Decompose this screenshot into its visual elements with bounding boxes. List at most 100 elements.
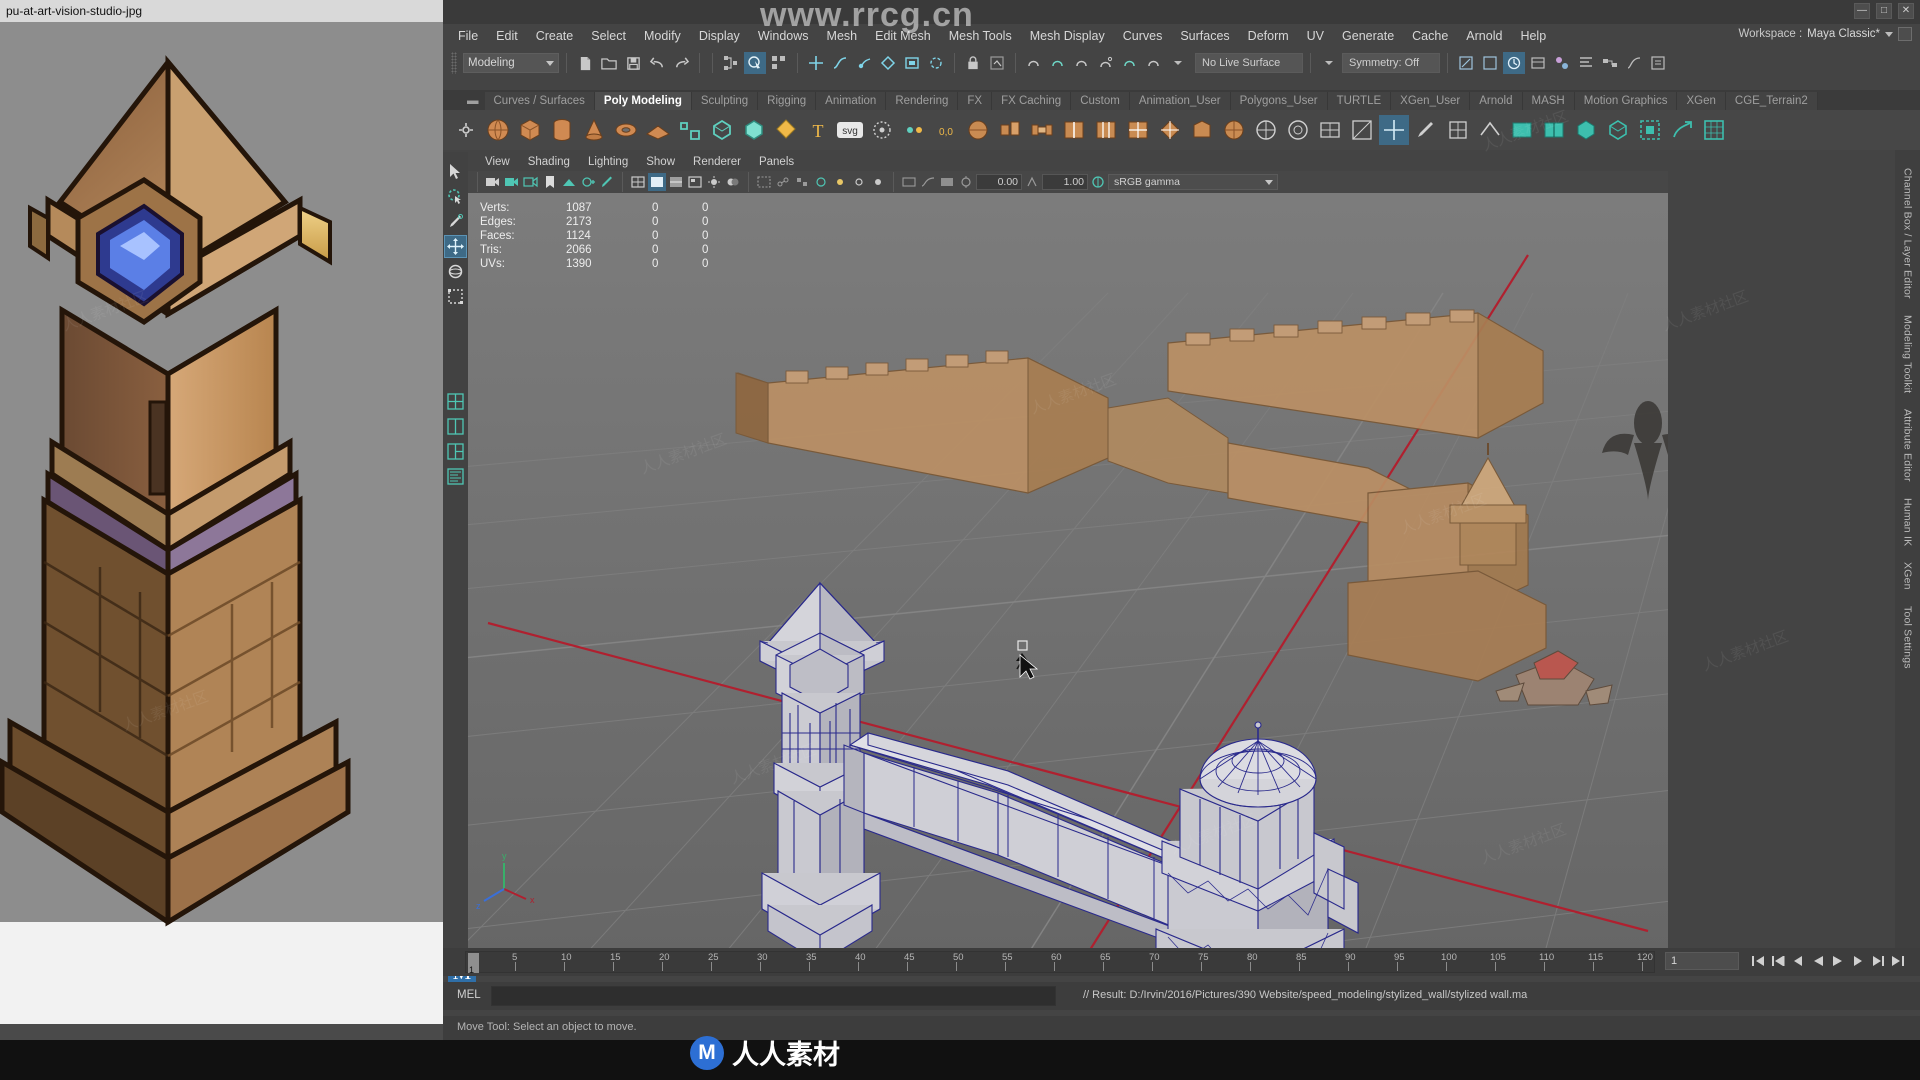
- add-divisions-icon[interactable]: [1123, 115, 1153, 145]
- quad-draw-icon[interactable]: [1315, 115, 1345, 145]
- menu-cache[interactable]: Cache: [1403, 26, 1457, 46]
- four-view-layout-icon[interactable]: [444, 390, 467, 413]
- three-pane-layout-icon[interactable]: [444, 440, 467, 463]
- poke-face-icon[interactable]: [1155, 115, 1185, 145]
- xray-icon[interactable]: [755, 173, 773, 191]
- bookmark-icon[interactable]: [541, 173, 559, 191]
- green-mesh-icon[interactable]: [1603, 115, 1633, 145]
- lasso-tool-icon[interactable]: [444, 185, 467, 208]
- green-grid-icon[interactable]: [1699, 115, 1729, 145]
- wedge-face-icon[interactable]: [1187, 115, 1217, 145]
- insert-edge-loop-icon[interactable]: [1059, 115, 1089, 145]
- symmetry-field[interactable]: Symmetry: Off: [1342, 53, 1440, 73]
- texture-display-icon[interactable]: [686, 173, 704, 191]
- right-tab-tool-settings[interactable]: Tool Settings: [1898, 598, 1918, 677]
- select-component-icon[interactable]: [768, 52, 790, 74]
- live-surface-icon[interactable]: [986, 52, 1008, 74]
- construction-history-icon[interactable]: [925, 52, 947, 74]
- snap-view-plane-icon[interactable]: [901, 52, 923, 74]
- exposure-value-field[interactable]: 0.00: [976, 174, 1022, 190]
- shelf-tab-polygons-user[interactable]: Polygons_User: [1230, 92, 1328, 110]
- gamma-icon[interactable]: [1023, 173, 1041, 191]
- symmetry-dropdown-icon[interactable]: [1318, 52, 1340, 74]
- mirror-geometry-icon[interactable]: [1251, 115, 1281, 145]
- two-d-pan-zoom-icon[interactable]: [579, 173, 597, 191]
- shelf-tab-xgen-user[interactable]: XGen_User: [1391, 92, 1471, 110]
- menu-deform[interactable]: Deform: [1239, 26, 1298, 46]
- command-input[interactable]: [491, 986, 1056, 1006]
- menu-help[interactable]: Help: [1511, 26, 1555, 46]
- step-back-key-icon[interactable]: [1769, 952, 1786, 970]
- make-live-icon[interactable]: [962, 52, 984, 74]
- outliner-layout-icon[interactable]: [444, 465, 467, 488]
- viewport-menu-show[interactable]: Show: [637, 155, 684, 169]
- shelf-tab-fx[interactable]: FX: [958, 92, 993, 110]
- green-select-icon[interactable]: [1635, 115, 1665, 145]
- edit-curve-icon-3[interactable]: [1071, 52, 1093, 74]
- motion-trail-icon[interactable]: [919, 173, 937, 191]
- green-cube-icon[interactable]: [1571, 115, 1601, 145]
- grease-pencil-icon[interactable]: [598, 173, 616, 191]
- menu-file[interactable]: File: [449, 26, 487, 46]
- snap-projected-icon[interactable]: [877, 52, 899, 74]
- command-language-label[interactable]: MEL: [457, 989, 481, 1001]
- use-all-lights-icon[interactable]: [705, 173, 723, 191]
- menu-mesh-display[interactable]: Mesh Display: [1021, 26, 1114, 46]
- shelf-tab-animation[interactable]: Animation: [816, 92, 887, 110]
- edit-curve-icon-4[interactable]: [1095, 52, 1117, 74]
- shelf-tab-rendering[interactable]: Rendering: [886, 92, 959, 110]
- lattice-icon[interactable]: [1443, 115, 1473, 145]
- text-tool-icon[interactable]: T: [803, 115, 833, 145]
- sculpt-tool-icon[interactable]: [867, 115, 897, 145]
- curve-dropdown-icon[interactable]: [1167, 52, 1189, 74]
- shelf-tab-cge-terrain2[interactable]: CGE_Terrain2: [1725, 92, 1818, 110]
- step-forward-key-icon[interactable]: [1869, 952, 1886, 970]
- minimize-button[interactable]: —: [1854, 3, 1870, 19]
- poly-torus-icon[interactable]: [611, 115, 641, 145]
- play-forwards-icon[interactable]: [1829, 952, 1846, 970]
- outliner-icon[interactable]: [1575, 52, 1597, 74]
- viewport-menu-shading[interactable]: Shading: [519, 155, 579, 169]
- menu-generate[interactable]: Generate: [1333, 26, 1403, 46]
- right-tab-xgen[interactable]: XGen: [1898, 554, 1918, 598]
- bevel-icon[interactable]: [771, 115, 801, 145]
- shelf-options-icon[interactable]: [451, 115, 481, 145]
- shelf-tab-arnold[interactable]: Arnold: [1470, 92, 1523, 110]
- poly-cone-icon[interactable]: [579, 115, 609, 145]
- green-square-icon-2[interactable]: [1539, 115, 1569, 145]
- crease-icon[interactable]: [1475, 115, 1505, 145]
- shelf-tab-animation-user[interactable]: Animation_User: [1129, 92, 1231, 110]
- right-tab-channel-box-layer-editor[interactable]: Channel Box / Layer Editor: [1898, 160, 1918, 307]
- smooth-shading-icon[interactable]: [648, 173, 666, 191]
- camera-attributes-icon[interactable]: [522, 173, 540, 191]
- shelf-tab-custom[interactable]: Custom: [1071, 92, 1130, 110]
- uv-editor-icon[interactable]: [1347, 115, 1377, 145]
- xray-joints-icon[interactable]: [774, 173, 792, 191]
- 3d-viewport[interactable]: y x z Verts: 1087 0 0 Edges: 2173 0 0 Fa…: [468, 193, 1668, 962]
- menu-create[interactable]: Create: [527, 26, 583, 46]
- set-keyframe-icon[interactable]: [1479, 52, 1501, 74]
- isolate-select-icon[interactable]: [900, 173, 918, 191]
- menu-curves[interactable]: Curves: [1114, 26, 1172, 46]
- edit-curve-icon-6[interactable]: [1143, 52, 1165, 74]
- target-weld-icon[interactable]: [899, 115, 929, 145]
- redo-icon[interactable]: [670, 52, 692, 74]
- viewport-menu-renderer[interactable]: Renderer: [684, 155, 750, 169]
- gamma-value-field[interactable]: 1.00: [1042, 174, 1088, 190]
- color-management-icon[interactable]: [1089, 173, 1107, 191]
- shelf-tab-poly-modeling[interactable]: Poly Modeling: [594, 92, 692, 110]
- workspace-selector[interactable]: Workspace : Maya Classic*: [1738, 27, 1912, 41]
- select-object-icon[interactable]: [744, 52, 766, 74]
- shadows-icon[interactable]: [724, 173, 742, 191]
- snap-curve-icon[interactable]: [829, 52, 851, 74]
- menuset-dropdown[interactable]: Modeling: [463, 53, 559, 73]
- time-slider-track[interactable]: 1 5 10 15 20 25 30 35 40 45 50 55 60 65 …: [465, 951, 1655, 975]
- scale-tool-icon[interactable]: [444, 285, 467, 308]
- menu-display[interactable]: Display: [690, 26, 749, 46]
- gpu-cache-icon[interactable]: [812, 173, 830, 191]
- open-scene-icon[interactable]: [598, 52, 620, 74]
- right-tab-modeling-toolkit[interactable]: Modeling Toolkit: [1898, 307, 1918, 401]
- green-square-icon-1[interactable]: [1507, 115, 1537, 145]
- graph-editor-icon[interactable]: [1623, 52, 1645, 74]
- separate-icon[interactable]: [707, 115, 737, 145]
